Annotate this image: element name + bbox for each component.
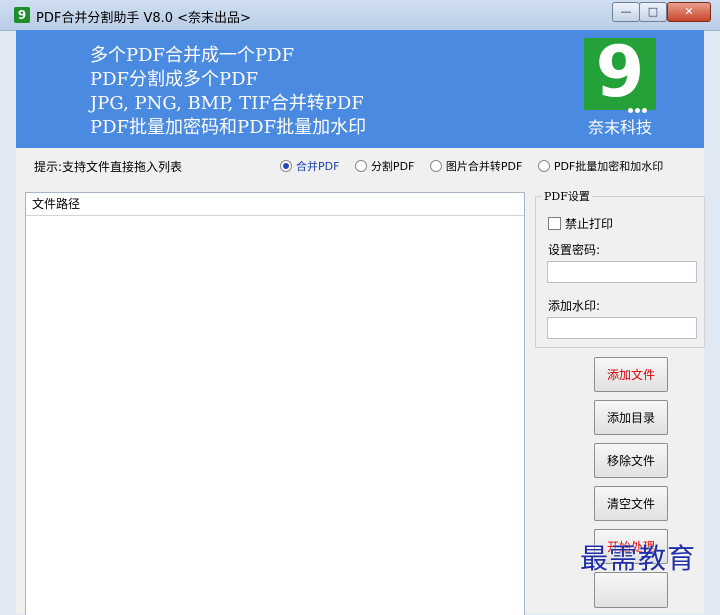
watermark-label: 添加水印: [548,299,601,313]
disable-print-label: 禁止打印 [565,217,614,231]
password-input[interactable] [547,261,697,283]
drag-hint: 提示:支持文件直接拖入列表 [34,160,183,174]
radio-dot [354,160,367,172]
disable-print-checkbox[interactable]: 禁止打印 [548,215,613,232]
radio-dot [537,160,550,172]
radio-dot [429,160,442,172]
password-label: 设置密码: [548,243,601,257]
checkbox-box [548,217,561,230]
pdf-settings-group: PDF设置 禁止打印 设置密码: 添加水印: [535,188,705,348]
radio-image-to-pdf[interactable]: 图片合并转PDF [429,158,522,174]
company-name: 奈末科技 [587,118,652,137]
radio-merge-pdf[interactable]: 合并PDF [280,158,339,174]
extra-button-partial[interactable] [594,572,668,608]
radio-split-pdf[interactable]: 分割PDF [354,158,414,174]
banner-line-encrypt: PDF批量加密码和PDF批量加水印 [90,117,367,138]
remove-file-button[interactable]: 移除文件 [594,443,668,478]
file-list[interactable]: 文件路径 [25,192,525,615]
minimize-button[interactable]: — [612,2,640,22]
mode-radio-group: 合并PDF 分割PDF 图片合并转PDF PDF批量加密和加水印 [280,158,675,176]
pdf-settings-legend: PDF设置 [542,188,592,204]
radio-dot [280,160,292,172]
logo-dots [628,98,654,113]
add-file-button[interactable]: 添加文件 [594,357,668,392]
banner-line-image: JPG, PNG, BMP, TIF合并转PDF [90,93,364,114]
add-directory-button[interactable]: 添加目录 [594,400,668,435]
company-logo: 9 [584,32,656,113]
file-path-column-header[interactable]: 文件路径 [26,193,524,216]
close-button[interactable]: ✕ [667,2,711,22]
banner-line-merge: 多个PDF合并成一个PDF [90,45,295,66]
banner: 多个PDF合并成一个PDF PDF分割成多个PDF JPG, PNG, BMP,… [16,30,704,148]
app-icon: 9 [14,7,30,23]
window-title: PDF合并分割助手 V8.0 <奈末出品> [36,11,251,26]
watermark-input[interactable] [547,317,697,339]
main-window: 多个PDF合并成一个PDF PDF分割成多个PDF JPG, PNG, BMP,… [16,30,705,615]
maximize-button[interactable]: □ [639,2,667,22]
watermark-overlay: 最需教育 [580,542,697,575]
banner-line-split: PDF分割成多个PDF [90,69,259,90]
clear-files-button[interactable]: 清空文件 [594,486,668,521]
radio-encrypt-watermark[interactable]: PDF批量加密和加水印 [537,158,663,174]
title-bar: 9 PDF合并分割助手 V8.0 <奈末出品> — □ ✕ [0,0,720,31]
